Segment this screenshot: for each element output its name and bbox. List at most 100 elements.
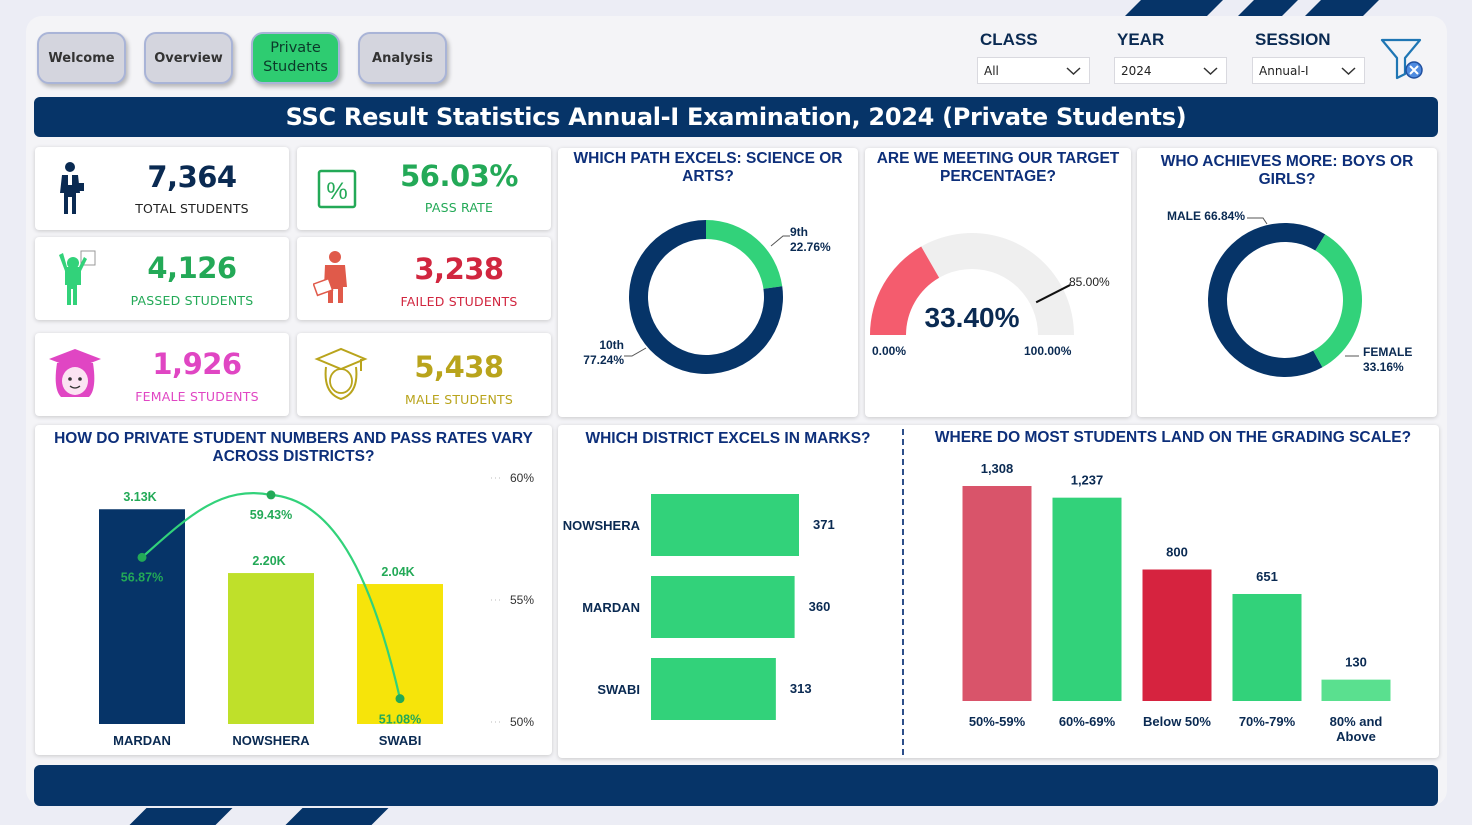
y2-tick-label: 50% [510, 715, 534, 729]
category-label: SWABI [379, 733, 422, 748]
leader-line [624, 347, 647, 357]
student-icon [60, 162, 84, 214]
kpi-total-students-card: 7,364 TOTAL STUDENTS [35, 147, 289, 230]
bar-value-label: 371 [813, 517, 835, 532]
category-label: NOWSHERA [232, 733, 310, 748]
donut-slice-male [1208, 223, 1326, 377]
category-label: MARDAN [582, 600, 640, 615]
clear-filter-icon[interactable] [1380, 38, 1426, 82]
science-arts-donut-chart: 9th22.76% 10th77.24% [583, 220, 831, 374]
slice-label-male: MALE 66.84% [1167, 209, 1245, 223]
grading-chart: 1,308 50%-59% 1,237 60%-69% 800 Below 50% 651 7… [962, 461, 1391, 744]
celebrating-student-icon [59, 250, 96, 305]
year-select[interactable]: 2024 [1114, 57, 1227, 84]
pass-rate-point [137, 552, 147, 562]
kpi-failed-students-label: FAILED STUDENTS [400, 294, 518, 309]
category-label: 80% and [1330, 714, 1383, 729]
nav-welcome-button[interactable]: Welcome [37, 32, 126, 84]
gauge-value: 33.40% [925, 302, 1020, 333]
marks-grading-card: WHICH DISTRICT EXCELS IN MARKS? NOWSHERA… [558, 425, 1439, 758]
kpi-male-students-value: 5,438 [414, 350, 504, 384]
chevron-down-icon [1203, 67, 1218, 76]
year-select-value: 2024 [1121, 64, 1152, 78]
sad-student-icon [313, 251, 347, 303]
class-select[interactable]: All [977, 57, 1090, 84]
nav-private-students-label: Private Students [263, 40, 328, 75]
district-bar-nowshera [228, 573, 314, 724]
gauge-max-label: 100.00% [1024, 344, 1072, 358]
svg-text:%: % [326, 178, 347, 205]
bar-value-label: 130 [1345, 655, 1367, 670]
gauge-min-label: 0.00% [872, 344, 906, 358]
pass-rate-point [266, 490, 276, 500]
decor-stripe [1125, 0, 1223, 16]
slice-label-10th-value: 77.24% [583, 353, 624, 367]
gauge-target-label: 85.00% [1069, 275, 1110, 289]
nav-private-students-button[interactable]: Private Students [251, 32, 340, 84]
kpi-male-students-card: 5,438 MALE STUDENTS [297, 333, 551, 416]
kpi-failed-students-value: 3,238 [414, 252, 504, 286]
page-title: SSC Result Statistics Annual-I Examinati… [34, 97, 1438, 137]
grade-bar [1142, 569, 1212, 701]
percent-icon: % [317, 169, 357, 209]
district-combo-chart: 3.13K MARDAN 2.20K NOWSHERA 2.04K SWABI 56.87%… [99, 471, 534, 748]
male-graduate-icon [314, 347, 368, 401]
nav-overview-button[interactable]: Overview [144, 32, 233, 84]
grade-bar [1052, 497, 1122, 701]
category-label: NOWSHERA [563, 518, 641, 533]
gender-donut-chart: MALE 66.84% FEMALE33.16% [1167, 209, 1412, 377]
kpi-total-students-value: 7,364 [147, 160, 237, 194]
category-label: 60%-69% [1059, 714, 1116, 729]
slice-label-female-value: 33.16% [1363, 360, 1404, 374]
grade-bar [1321, 679, 1391, 701]
y2-tick-label: 55% [510, 593, 534, 607]
slice-label-female-name: FEMALE [1363, 345, 1412, 359]
marks-bar-swabi [651, 658, 776, 720]
kpi-female-students-value: 1,926 [152, 347, 242, 381]
class-filter-label: CLASS [980, 30, 1038, 49]
footer-bar [34, 765, 1438, 806]
session-select[interactable]: Annual-I [1252, 57, 1365, 84]
gender-card: WHO ACHIEVES MORE: BOYS OR GIRLS? MALE 6… [1137, 148, 1437, 417]
kpi-passed-students-value: 4,126 [147, 251, 237, 285]
kpi-total-students-label: TOTAL STUDENTS [135, 201, 249, 216]
target-gauge-chart: 85.00% 33.40% 0.00% 100.00% [870, 233, 1110, 358]
kpi-pass-rate-value: 56.03% [400, 159, 518, 193]
slice-label-10th-name: 10th [599, 338, 624, 352]
session-select-value: Annual-I [1259, 64, 1309, 78]
category-label: 70%-79% [1239, 714, 1296, 729]
pass-rate-label: 59.43% [250, 508, 292, 522]
bar-value-label: 360 [809, 599, 831, 614]
nav-analysis-button[interactable]: Analysis [358, 32, 447, 84]
year-filter-label: YEAR [1117, 30, 1165, 49]
grade-bar [962, 486, 1032, 701]
decor-stripe [1238, 0, 1298, 16]
kpi-female-students-card: 1,926 FEMALE STUDENTS [35, 333, 289, 416]
kpi-pass-rate-label: PASS RATE [424, 200, 494, 215]
marks-bar-mardan [651, 576, 795, 638]
bar-value-label: 313 [790, 681, 812, 696]
bar-value-label: 2.20K [252, 554, 285, 568]
chevron-down-icon [1341, 67, 1356, 76]
bar-value-label: 1,308 [981, 461, 1014, 476]
marks-bar-nowshera [651, 494, 799, 556]
leader-line [770, 235, 790, 247]
category-label: SWABI [597, 682, 640, 697]
category-label: Below 50% [1143, 714, 1211, 729]
kpi-passed-students-card: 4,126 PASSED STUDENTS [35, 237, 289, 320]
donut-slice-female [1313, 234, 1362, 368]
category-label: 50%-59% [969, 714, 1026, 729]
y2-tick-label: 60% [510, 471, 534, 485]
slice-label-9th-value: 22.76% [790, 240, 831, 254]
district-bar-mardan [99, 509, 185, 724]
class-select-value: All [984, 64, 999, 78]
kpi-female-students-label: FEMALE STUDENTS [135, 389, 259, 404]
grade-bar [1232, 593, 1302, 701]
pass-rate-point [395, 694, 405, 704]
bar-value-label: 800 [1166, 545, 1188, 560]
category-label: Above [1336, 729, 1376, 744]
pass-rate-label: 56.87% [121, 570, 163, 584]
kpi-male-students-label: MALE STUDENTS [405, 392, 513, 407]
science-arts-card: WHICH PATH EXCELS: SCIENCE OR ARTS? 9th 2… [558, 148, 858, 417]
district-combo-card: HOW DO PRIVATE STUDENT NUMBERS AND PASS … [35, 425, 552, 755]
